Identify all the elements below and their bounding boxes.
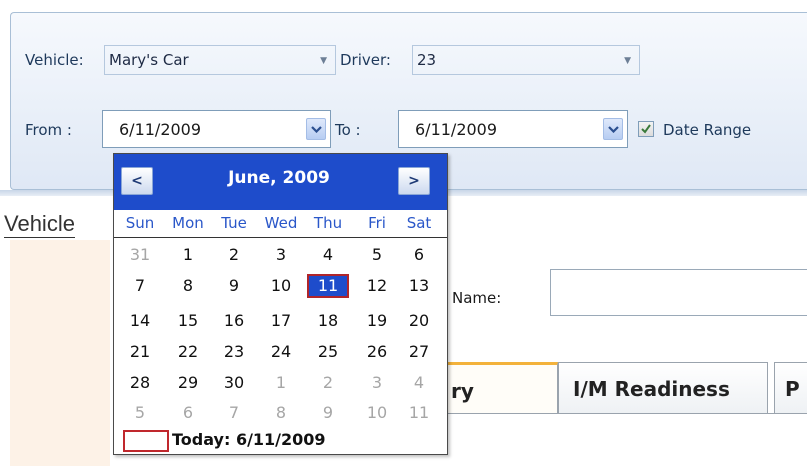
calendar-day[interactable]: 6 <box>402 243 436 267</box>
calendar-day-other-month[interactable]: 8 <box>264 401 298 425</box>
side-panel <box>10 240 110 466</box>
tab-history[interactable]: ry <box>440 362 558 414</box>
prev-month-button[interactable]: < <box>121 167 153 195</box>
calendar-day[interactable]: 25 <box>311 340 345 364</box>
calendar-day[interactable]: 18 <box>311 309 345 333</box>
day-name-fri: Fri <box>368 214 386 232</box>
tab-next[interactable]: P <box>774 362 807 414</box>
calendar-day[interactable]: 2 <box>217 243 251 267</box>
calendar-day-other-month[interactable]: 1 <box>264 371 298 395</box>
calendar-day[interactable]: 17 <box>264 309 298 333</box>
next-month-button[interactable]: > <box>398 167 430 195</box>
calendar-day-other-month[interactable]: 2 <box>311 371 345 395</box>
calendar-dropdown: < June, 2009 > Sun Mon Tue Wed Thu Fri Sat 31 1… <box>113 153 448 455</box>
calendar-day[interactable]: 20 <box>402 309 436 333</box>
to-date-picker[interactable]: 6/11/2009 <box>398 110 628 148</box>
calendar-day[interactable]: 15 <box>171 309 205 333</box>
tab-label: I/M Readiness <box>573 377 730 401</box>
today-button[interactable]: Today: 6/11/2009 <box>172 430 326 449</box>
chevron-right-icon: > <box>408 173 420 189</box>
calendar-day-other-month[interactable]: 5 <box>123 401 157 425</box>
day-name-sat: Sat <box>406 214 432 232</box>
to-date-value: 6/11/2009 <box>415 120 498 139</box>
calendar-day[interactable]: 14 <box>123 309 157 333</box>
checkmark-icon <box>641 124 651 134</box>
tab-im-readiness[interactable]: I/M Readiness <box>558 362 768 414</box>
date-range-checkbox[interactable] <box>638 121 654 137</box>
calendar-day[interactable]: 21 <box>123 340 157 364</box>
date-range-label: Date Range <box>663 121 752 139</box>
calendar-header: < June, 2009 > <box>114 154 447 210</box>
calendar-day[interactable]: 8 <box>171 274 205 298</box>
calendar-day-other-month[interactable]: 31 <box>123 243 157 267</box>
chevron-left-icon: < <box>131 173 143 189</box>
driver-label: Driver: <box>340 51 391 69</box>
calendar-day-other-month[interactable]: 3 <box>360 371 394 395</box>
calendar-day[interactable]: 4 <box>311 243 345 267</box>
calendar-day[interactable]: 3 <box>264 243 298 267</box>
calendar-day[interactable]: 13 <box>402 274 436 298</box>
day-name-thu: Thu <box>313 214 343 232</box>
calendar-day-other-month[interactable]: 6 <box>171 401 205 425</box>
driver-value: 23 <box>417 51 437 69</box>
calendar-day[interactable]: 29 <box>171 371 205 395</box>
chevron-down-icon <box>608 126 619 133</box>
tab-label: P <box>785 377 800 401</box>
calendar-day[interactable]: 28 <box>123 371 157 395</box>
day-name-tue: Tue <box>221 214 247 232</box>
today-marker[interactable] <box>123 430 169 452</box>
calendar-day[interactable]: 27 <box>402 340 436 364</box>
vehicle-combo[interactable]: Mary's Car ▼ <box>104 45 336 75</box>
calendar-day[interactable]: 22 <box>171 340 205 364</box>
name-label: Name: <box>452 289 502 307</box>
from-date-value: 6/11/2009 <box>119 120 202 139</box>
vehicle-value: Mary's Car <box>109 51 189 69</box>
driver-combo[interactable]: 23 ▼ <box>412 45 640 75</box>
chevron-down-icon: ▼ <box>320 56 327 66</box>
tab-label: ry <box>451 379 474 403</box>
to-label: To : <box>335 121 361 139</box>
calendar-day[interactable]: 1 <box>171 243 205 267</box>
calendar-day[interactable]: 11 <box>307 274 349 298</box>
calendar-day[interactable]: 10 <box>264 274 298 298</box>
day-name-wed: Wed <box>264 214 298 232</box>
calendar-day[interactable]: 7 <box>123 274 157 298</box>
calendar-day-other-month[interactable]: 10 <box>360 401 394 425</box>
vehicle-section-tab[interactable]: Vehicle <box>4 211 75 238</box>
calendar-day[interactable]: 12 <box>360 274 394 298</box>
name-input[interactable] <box>550 269 807 316</box>
calendar-day[interactable]: 9 <box>217 274 251 298</box>
calendar-day-other-month[interactable]: 11 <box>402 401 436 425</box>
chevron-down-icon <box>311 126 322 133</box>
calendar-day[interactable]: 16 <box>217 309 251 333</box>
chevron-down-icon: ▼ <box>624 56 631 66</box>
day-name-sun: Sun <box>125 214 155 232</box>
tab-strip-line <box>440 413 807 414</box>
calendar-day[interactable]: 26 <box>360 340 394 364</box>
calendar-day-other-month[interactable]: 9 <box>311 401 345 425</box>
calendar-month-title[interactable]: June, 2009 <box>184 168 374 188</box>
calendar-day[interactable]: 30 <box>217 371 251 395</box>
calendar-day[interactable]: 23 <box>217 340 251 364</box>
to-dropdown-button[interactable] <box>603 118 623 140</box>
calendar-day[interactable]: 5 <box>360 243 394 267</box>
from-dropdown-button[interactable] <box>306 118 326 140</box>
calendar-day-other-month[interactable]: 4 <box>402 371 436 395</box>
day-name-mon: Mon <box>172 214 204 232</box>
calendar-day[interactable]: 19 <box>360 309 394 333</box>
from-date-picker[interactable]: 6/11/2009 <box>102 110 331 148</box>
from-label: From : <box>25 121 72 139</box>
calendar-day-other-month[interactable]: 7 <box>217 401 251 425</box>
vehicle-label: Vehicle: <box>25 51 84 69</box>
calendar-day[interactable]: 24 <box>264 340 298 364</box>
day-names-row: Sun Mon Tue Wed Thu Fri Sat <box>114 212 447 238</box>
